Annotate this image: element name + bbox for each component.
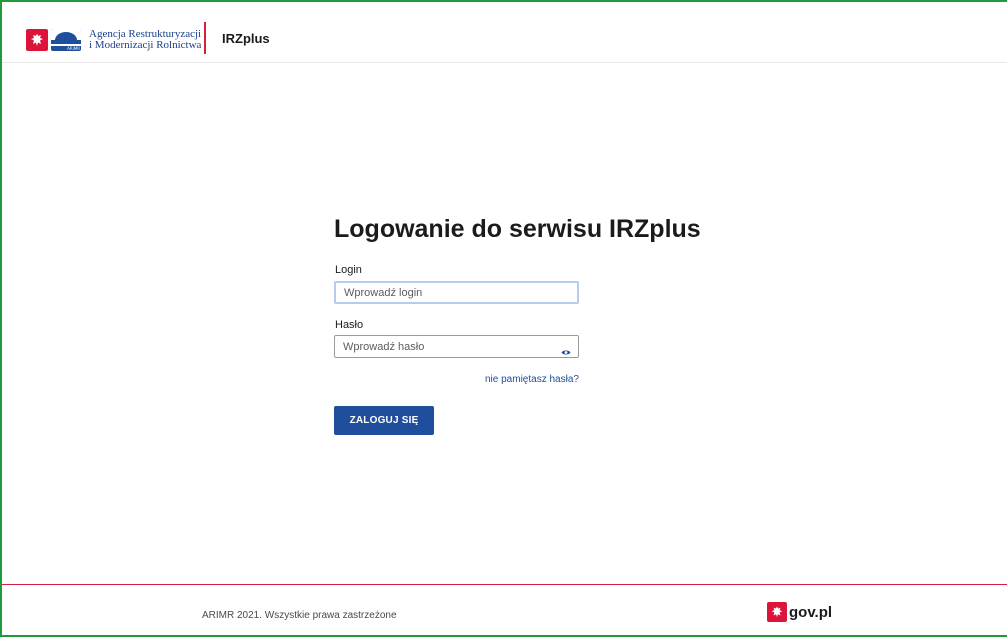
agency-name: Agencja Restrukturyzacji i Modernizacji … xyxy=(89,27,202,51)
app-name: IRZplus xyxy=(222,31,270,46)
main-content: Logowanie do serwisu IRZplus Login Hasło… xyxy=(2,64,1007,584)
login-label: Login xyxy=(335,264,362,276)
copyright-text: ARIMR 2021. Wszystkie prawa zastrzeżone xyxy=(202,610,397,621)
eye-icon[interactable] xyxy=(561,343,571,355)
agency-logo[interactable]: ARiMR Agencja Restrukturyzacji i Moderni… xyxy=(26,26,201,53)
password-label: Hasło xyxy=(335,319,364,331)
polish-eagle-icon xyxy=(767,602,787,622)
page-footer: ARIMR 2021. Wszystkie prawa zastrzeżone … xyxy=(2,584,1007,635)
arimr-logo-icon: ARiMR xyxy=(51,28,81,51)
password-input[interactable] xyxy=(334,335,579,358)
agency-name-line2: i Modernizacji Rolnictwa xyxy=(89,38,202,51)
header-divider xyxy=(204,22,206,54)
forgot-password-link[interactable]: nie pamiętasz hasła? xyxy=(485,374,579,385)
top-header: ARiMR Agencja Restrukturyzacji i Moderni… xyxy=(2,2,1007,63)
gov-pl-text: gov.pl xyxy=(789,603,833,621)
app-frame: ARiMR Agencja Restrukturyzacji i Moderni… xyxy=(0,0,1007,637)
login-button[interactable]: ZALOGUJ SIĘ xyxy=(334,406,434,435)
polish-eagle-icon xyxy=(26,28,48,51)
gov-pl-logo[interactable]: gov.pl xyxy=(767,602,832,622)
login-input[interactable] xyxy=(334,281,579,304)
page-title: Logowanie do serwisu IRZplus xyxy=(334,215,701,243)
agency-name-line1: Agencja Restrukturyzacji xyxy=(89,27,202,40)
